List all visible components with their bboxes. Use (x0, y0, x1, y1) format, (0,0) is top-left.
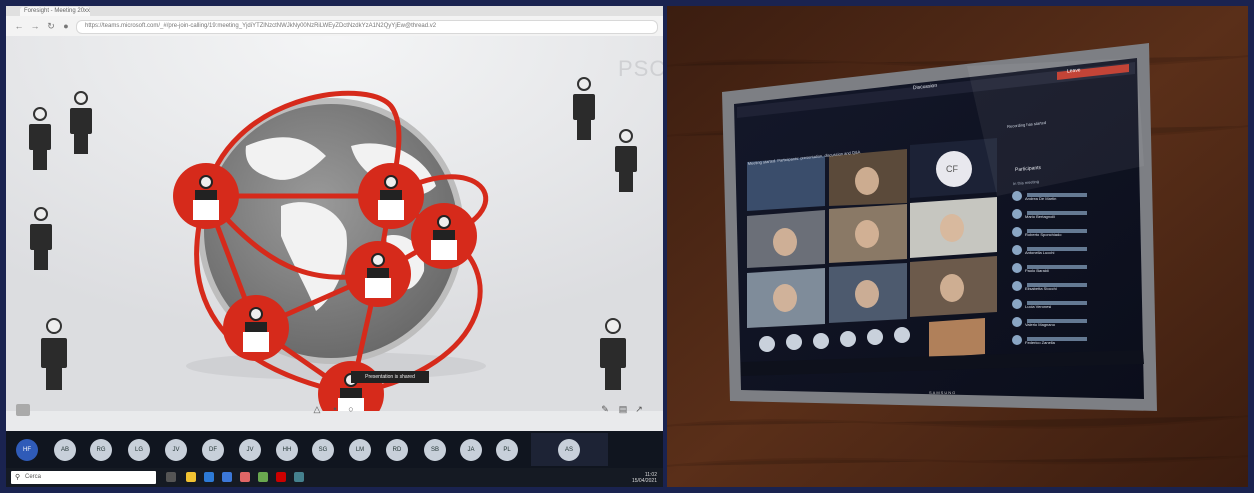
right-photo: Discussion Leave Meeting started. Partic… (667, 6, 1248, 487)
participant-chip[interactable]: SG (312, 439, 334, 461)
app-icon[interactable] (240, 472, 250, 482)
participant-chip[interactable]: SB (424, 439, 446, 461)
node-person (358, 163, 424, 229)
roster-name: Lucia Veronesi (1025, 304, 1052, 309)
screen-icon[interactable] (16, 404, 30, 416)
fullscreen-icon[interactable]: ▤ (618, 404, 628, 414)
edge-icon[interactable] (204, 472, 214, 482)
participants-strip: HF AB RG LG JV DF JV HH SG LM RD SB JA P… (6, 431, 663, 468)
roster-list: Andrea De Martin Mario Bertagnolli Rober… (1025, 190, 1061, 352)
node-person (345, 241, 411, 307)
presentation-caption: Presentation is shared (351, 371, 429, 383)
presentation-controls: △ • ○ ✎ ▤ ↗ (6, 396, 663, 424)
pen-icon[interactable]: • (330, 404, 340, 414)
watermark-text: PSC (618, 56, 663, 81)
lock-icon: ● (63, 21, 69, 31)
acrobat-icon[interactable] (276, 472, 286, 482)
draw-icon[interactable]: ✎ (600, 404, 610, 414)
participant-chip[interactable]: LG (128, 439, 150, 461)
participant-chip: AS (558, 439, 580, 461)
roster-name: Elisabetta Stocchi (1025, 286, 1057, 291)
participant-chip[interactable]: LM (349, 439, 371, 461)
browser-tab[interactable]: Foresight - Meeting 20xx (20, 7, 90, 16)
node-person (411, 203, 477, 269)
search-placeholder: Cerca (25, 474, 42, 480)
search-icon: ⚲ (15, 474, 21, 481)
browser-toolbar: Foresight - Meeting 20xx ← → ↻ ● https:/… (6, 6, 663, 37)
participant-chip[interactable]: JV (165, 439, 187, 461)
os-taskbar: ⚲ Cerca 11:02 15/04/2021 (6, 468, 663, 487)
participant-chip[interactable]: DF (202, 439, 224, 461)
participant-chip[interactable]: RD (386, 439, 408, 461)
system-clock: 11:02 15/04/2021 (632, 472, 657, 484)
roster-name: Andrea De Martin (1025, 196, 1057, 201)
taskbar-search[interactable]: ⚲ Cerca (11, 471, 156, 484)
active-speaker-tile[interactable]: AS (531, 433, 608, 466)
clock-date: 15/04/2021 (631, 478, 657, 484)
tv-brand: SAMSUNG (929, 390, 957, 395)
forward-icon[interactable]: → (30, 21, 40, 31)
app-icon[interactable] (258, 472, 268, 482)
address-text: https://teams.microsoft.com/_#/pre-join-… (85, 23, 437, 29)
participant-chip[interactable]: RG (90, 439, 112, 461)
left-screenshot: Foresight - Meeting 20xx ← → ↻ ● https:/… (6, 6, 663, 487)
roster-name: Federico Zanella (1025, 340, 1055, 345)
node-person (223, 295, 289, 361)
address-bar[interactable]: https://teams.microsoft.com/_#/pre-join-… (76, 20, 658, 34)
participant-chip[interactable]: HF (16, 439, 38, 461)
roster-name: Roberto Sponchiado (1025, 232, 1062, 237)
back-icon[interactable]: ← (14, 21, 24, 31)
roster-name: Paolo Baraldi (1025, 268, 1049, 273)
participant-chip[interactable]: PL (496, 439, 518, 461)
network-illustration (6, 36, 663, 427)
presentation-stage: PSC (6, 36, 663, 427)
node-person (173, 163, 239, 229)
pointer-icon[interactable]: △ (312, 404, 322, 414)
roster-name: Antonella Lucchi (1025, 250, 1055, 255)
highlight-icon[interactable]: ○ (346, 404, 356, 414)
teams-icon[interactable] (294, 472, 304, 482)
participant-chip[interactable]: JV (239, 439, 261, 461)
participant-chip[interactable]: JA (460, 439, 482, 461)
reload-icon[interactable]: ↻ (46, 21, 56, 31)
outlook-icon[interactable] (222, 472, 232, 482)
roster-name: Valerio Magnano (1025, 322, 1055, 327)
tab-strip: Foresight - Meeting 20xx (6, 6, 663, 16)
tv-photo (667, 6, 1248, 487)
roster-name: Mario Bertagnolli (1025, 214, 1056, 219)
cf-avatar: CF (946, 164, 958, 174)
participant-chip[interactable]: HH (276, 439, 298, 461)
task-view-icon[interactable] (166, 472, 176, 482)
expand-icon[interactable]: ↗ (634, 404, 644, 414)
tab-title: Foresight - Meeting 20xx (24, 8, 91, 14)
folder-icon[interactable] (186, 472, 196, 482)
participant-chip[interactable]: AB (54, 439, 76, 461)
